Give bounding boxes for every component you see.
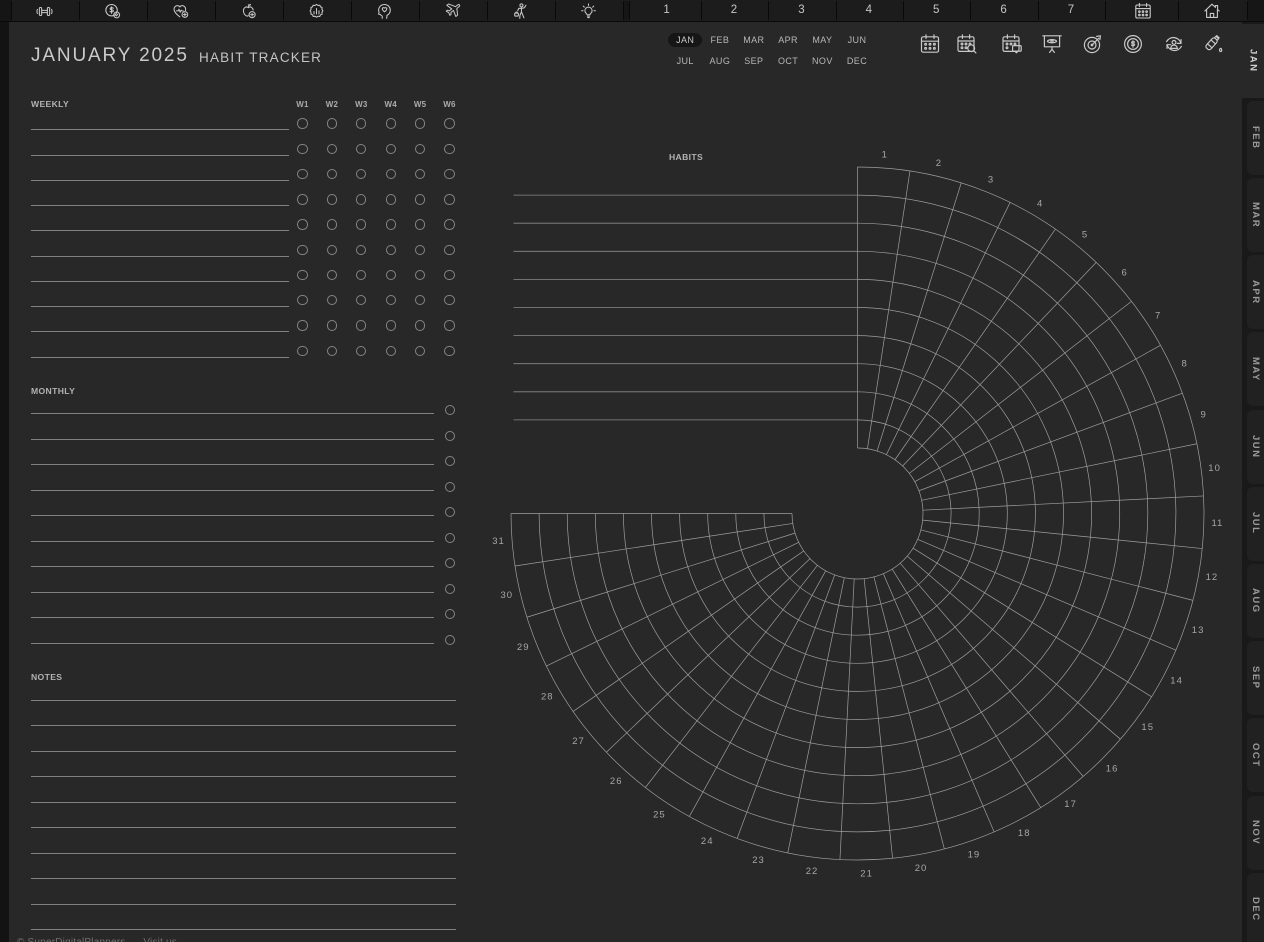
svg-text:15: 15	[1141, 722, 1154, 733]
svg-text:21: 21	[860, 869, 873, 880]
svg-text:3: 3	[988, 174, 994, 185]
svg-text:31: 31	[492, 536, 505, 547]
svg-text:4: 4	[1037, 199, 1043, 210]
svg-text:2: 2	[936, 158, 942, 169]
svg-text:25: 25	[653, 809, 666, 820]
svg-text:17: 17	[1064, 799, 1077, 810]
svg-text:18: 18	[1018, 828, 1031, 839]
svg-text:22: 22	[806, 866, 819, 877]
svg-text:9: 9	[1200, 410, 1206, 421]
svg-text:14: 14	[1170, 675, 1183, 686]
svg-text:19: 19	[968, 849, 981, 860]
svg-text:8: 8	[1181, 358, 1187, 369]
svg-text:10: 10	[1208, 463, 1221, 474]
svg-text:11: 11	[1211, 518, 1223, 529]
svg-text:13: 13	[1192, 625, 1205, 636]
svg-text:24: 24	[701, 836, 714, 847]
svg-text:7: 7	[1155, 311, 1161, 322]
svg-text:23: 23	[752, 855, 765, 866]
svg-text:6: 6	[1121, 267, 1127, 278]
svg-text:16: 16	[1106, 763, 1119, 774]
svg-text:26: 26	[610, 776, 623, 787]
svg-text:28: 28	[541, 691, 554, 702]
svg-text:30: 30	[501, 590, 514, 601]
svg-text:12: 12	[1206, 572, 1219, 583]
svg-text:29: 29	[517, 642, 530, 653]
svg-text:1: 1	[882, 150, 888, 161]
svg-text:20: 20	[915, 863, 928, 874]
svg-text:27: 27	[572, 736, 585, 747]
svg-text:5: 5	[1082, 230, 1088, 241]
